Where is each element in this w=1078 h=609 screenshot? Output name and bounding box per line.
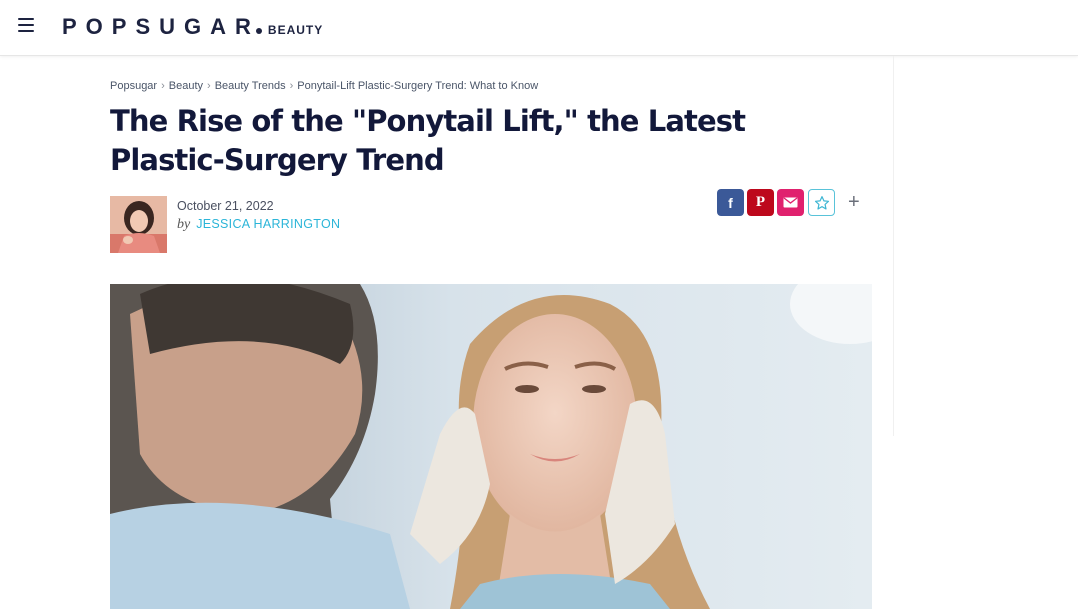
share-pinterest-button[interactable]: P — [747, 189, 774, 216]
mail-icon — [783, 197, 798, 208]
sidebar-divider — [893, 56, 894, 436]
breadcrumb-separator: › — [207, 80, 211, 92]
breadcrumb-item-beauty[interactable]: Beauty — [169, 80, 203, 92]
article-title: The Rise of the "Ponytail Lift," the Lat… — [110, 104, 746, 177]
author-link[interactable]: JESSICA HARRINGTON — [196, 217, 340, 231]
article-date: October 21, 2022 — [177, 199, 274, 213]
plus-icon[interactable]: + — [848, 191, 860, 213]
logo-dot — [255, 28, 262, 34]
logo-wordmark: POPSUGAR — [62, 14, 260, 39]
hero-image — [110, 284, 872, 609]
byline: by JESSICA HARRINGTON — [177, 217, 340, 233]
breadcrumb-item-current[interactable]: Ponytail-Lift Plastic-Surgery Trend: Wha… — [297, 80, 538, 92]
byline-prefix: by — [177, 217, 191, 232]
breadcrumb: Popsugar › Beauty › Beauty Trends › Pony… — [110, 80, 538, 92]
site-header: POPSUGAR BEAUTY — [0, 0, 1078, 56]
save-favorite-button[interactable] — [808, 189, 835, 216]
breadcrumb-item-popsugar[interactable]: Popsugar — [110, 80, 157, 92]
author-avatar[interactable] — [110, 196, 167, 253]
site-logo[interactable]: POPSUGAR BEAUTY — [62, 14, 323, 40]
breadcrumb-separator: › — [161, 80, 165, 92]
breadcrumb-item-beauty-trends[interactable]: Beauty Trends — [215, 80, 286, 92]
star-icon — [814, 195, 829, 210]
share-email-button[interactable] — [777, 189, 804, 216]
breadcrumb-separator: › — [289, 80, 294, 92]
pinterest-icon: P — [755, 194, 766, 210]
logo-section-label: BEAUTY — [267, 23, 324, 37]
facebook-icon: f — [728, 194, 733, 211]
hamburger-menu-icon[interactable] — [18, 18, 34, 32]
share-facebook-button[interactable]: f — [717, 189, 744, 216]
